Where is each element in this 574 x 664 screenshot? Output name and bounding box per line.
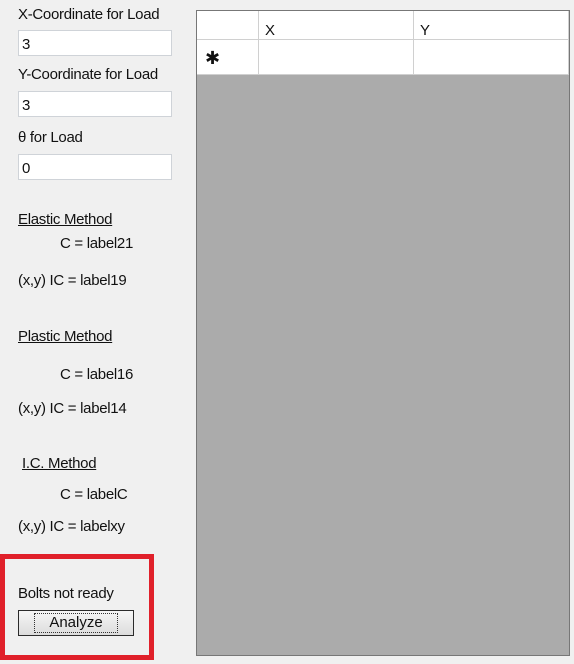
analyze-button-label: Analyze [34, 613, 118, 633]
plastic-method-heading: Plastic Method [18, 328, 113, 345]
theta-input[interactable] [18, 154, 172, 180]
ic-method-ic-value: (x,y) IC = labelxy [18, 518, 125, 535]
x-coordinate-input[interactable] [18, 30, 172, 56]
theta-label: θ for Load [18, 129, 83, 146]
y-coordinate-input[interactable] [18, 91, 172, 117]
bolt-coordinates-grid[interactable]: X Y ✱ [196, 10, 570, 656]
elastic-c-value: C = label21 [60, 235, 134, 252]
ic-method-heading: I.C. Method [22, 455, 97, 472]
status-label: Bolts not ready [18, 585, 114, 602]
new-row-y-cell[interactable] [414, 40, 569, 75]
elastic-method-heading: Elastic Method [18, 211, 113, 228]
plastic-ic-value: (x,y) IC = label14 [18, 400, 127, 417]
ic-method-c-value: C = labelC [60, 486, 128, 503]
new-row-marker-icon: ✱ [197, 40, 259, 75]
x-coordinate-label: X-Coordinate for Load [18, 6, 160, 23]
new-row-x-cell[interactable] [259, 40, 414, 75]
y-coordinate-label: Y-Coordinate for Load [18, 66, 158, 83]
plastic-c-value: C = label16 [60, 366, 134, 383]
elastic-ic-value: (x,y) IC = label19 [18, 272, 127, 289]
row-header-corner [197, 11, 259, 40]
highlight-box [0, 554, 154, 660]
column-header-x[interactable]: X [259, 11, 414, 40]
column-header-y[interactable]: Y [414, 11, 569, 40]
analyze-button[interactable]: Analyze [18, 610, 134, 636]
